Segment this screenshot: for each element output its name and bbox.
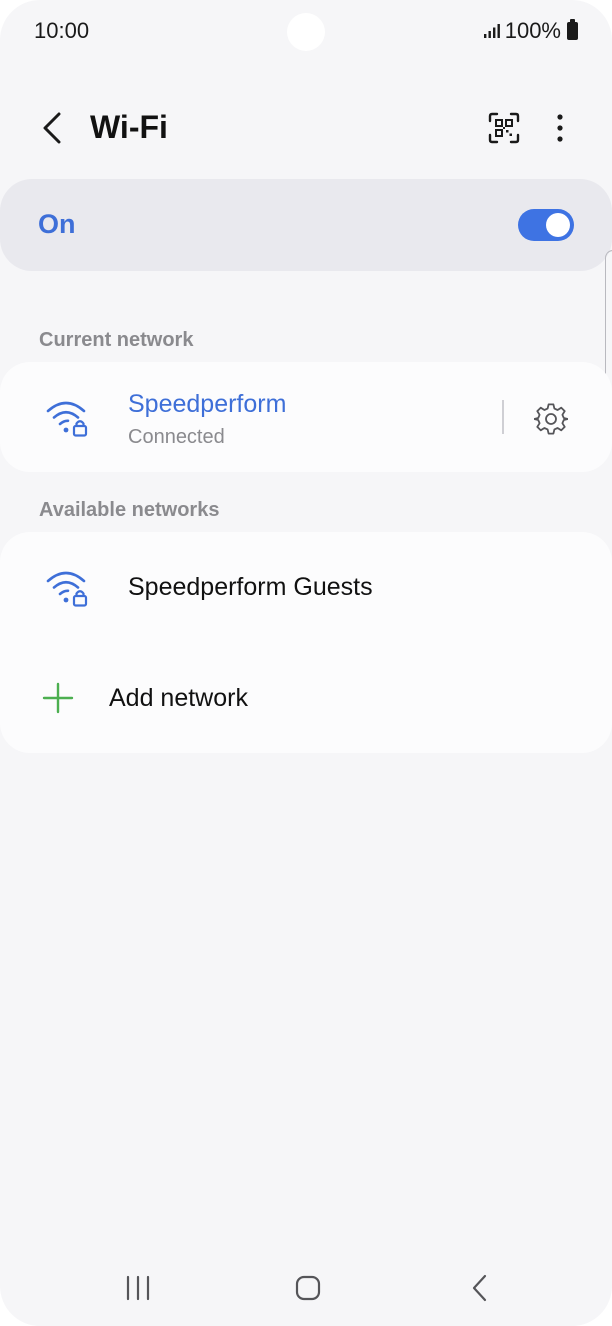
back-button[interactable] <box>32 106 72 150</box>
qr-code-scan-icon <box>488 112 520 144</box>
more-options-button[interactable] <box>542 108 578 148</box>
more-vert-icon <box>557 114 563 142</box>
toggle-label: On <box>38 209 76 239</box>
network-name: Speedperform Guests <box>128 573 373 601</box>
available-networks-card: Speedperform Guests Add network <box>0 532 612 753</box>
front-camera-cutout <box>287 13 325 51</box>
plus-icon <box>42 682 74 714</box>
signal-icon <box>483 24 500 38</box>
status-indicators: 100% <box>483 18 578 44</box>
home-button[interactable] <box>284 1268 332 1308</box>
wifi-lock-icon <box>46 401 88 437</box>
current-network-label: Current network <box>39 329 194 351</box>
gear-icon <box>534 403 568 435</box>
add-network-row[interactable]: Add network <box>0 644 612 752</box>
switch-knob <box>546 213 570 237</box>
current-network-status: Connected <box>128 426 225 448</box>
page-title: Wi-Fi <box>90 109 168 145</box>
battery-icon <box>567 19 578 40</box>
wifi-switch[interactable] <box>518 209 574 241</box>
wifi-toggle-row[interactable]: On <box>0 179 612 271</box>
current-network-name: Speedperform <box>128 390 287 418</box>
wifi-settings-screen: 10:00 100% Wi-Fi On Current network Spee… <box>0 0 612 1326</box>
back-icon <box>472 1274 487 1302</box>
available-networks-label: Available networks <box>39 499 220 521</box>
recents-button[interactable] <box>114 1268 162 1308</box>
recents-icon <box>126 1275 150 1301</box>
qr-scan-button[interactable] <box>484 108 524 148</box>
back-arrow-icon <box>43 112 61 144</box>
wifi-lock-icon <box>46 571 88 607</box>
add-network-label: Add network <box>109 684 248 712</box>
home-icon <box>295 1275 321 1301</box>
vertical-divider <box>502 400 504 434</box>
status-time: 10:00 <box>34 18 90 43</box>
nav-back-button[interactable] <box>456 1268 504 1308</box>
network-item[interactable]: Speedperform Guests <box>0 532 612 642</box>
current-network-card[interactable]: Speedperform Connected <box>0 362 612 472</box>
network-settings-button[interactable] <box>530 398 572 440</box>
battery-percent: 100% <box>504 18 561 43</box>
